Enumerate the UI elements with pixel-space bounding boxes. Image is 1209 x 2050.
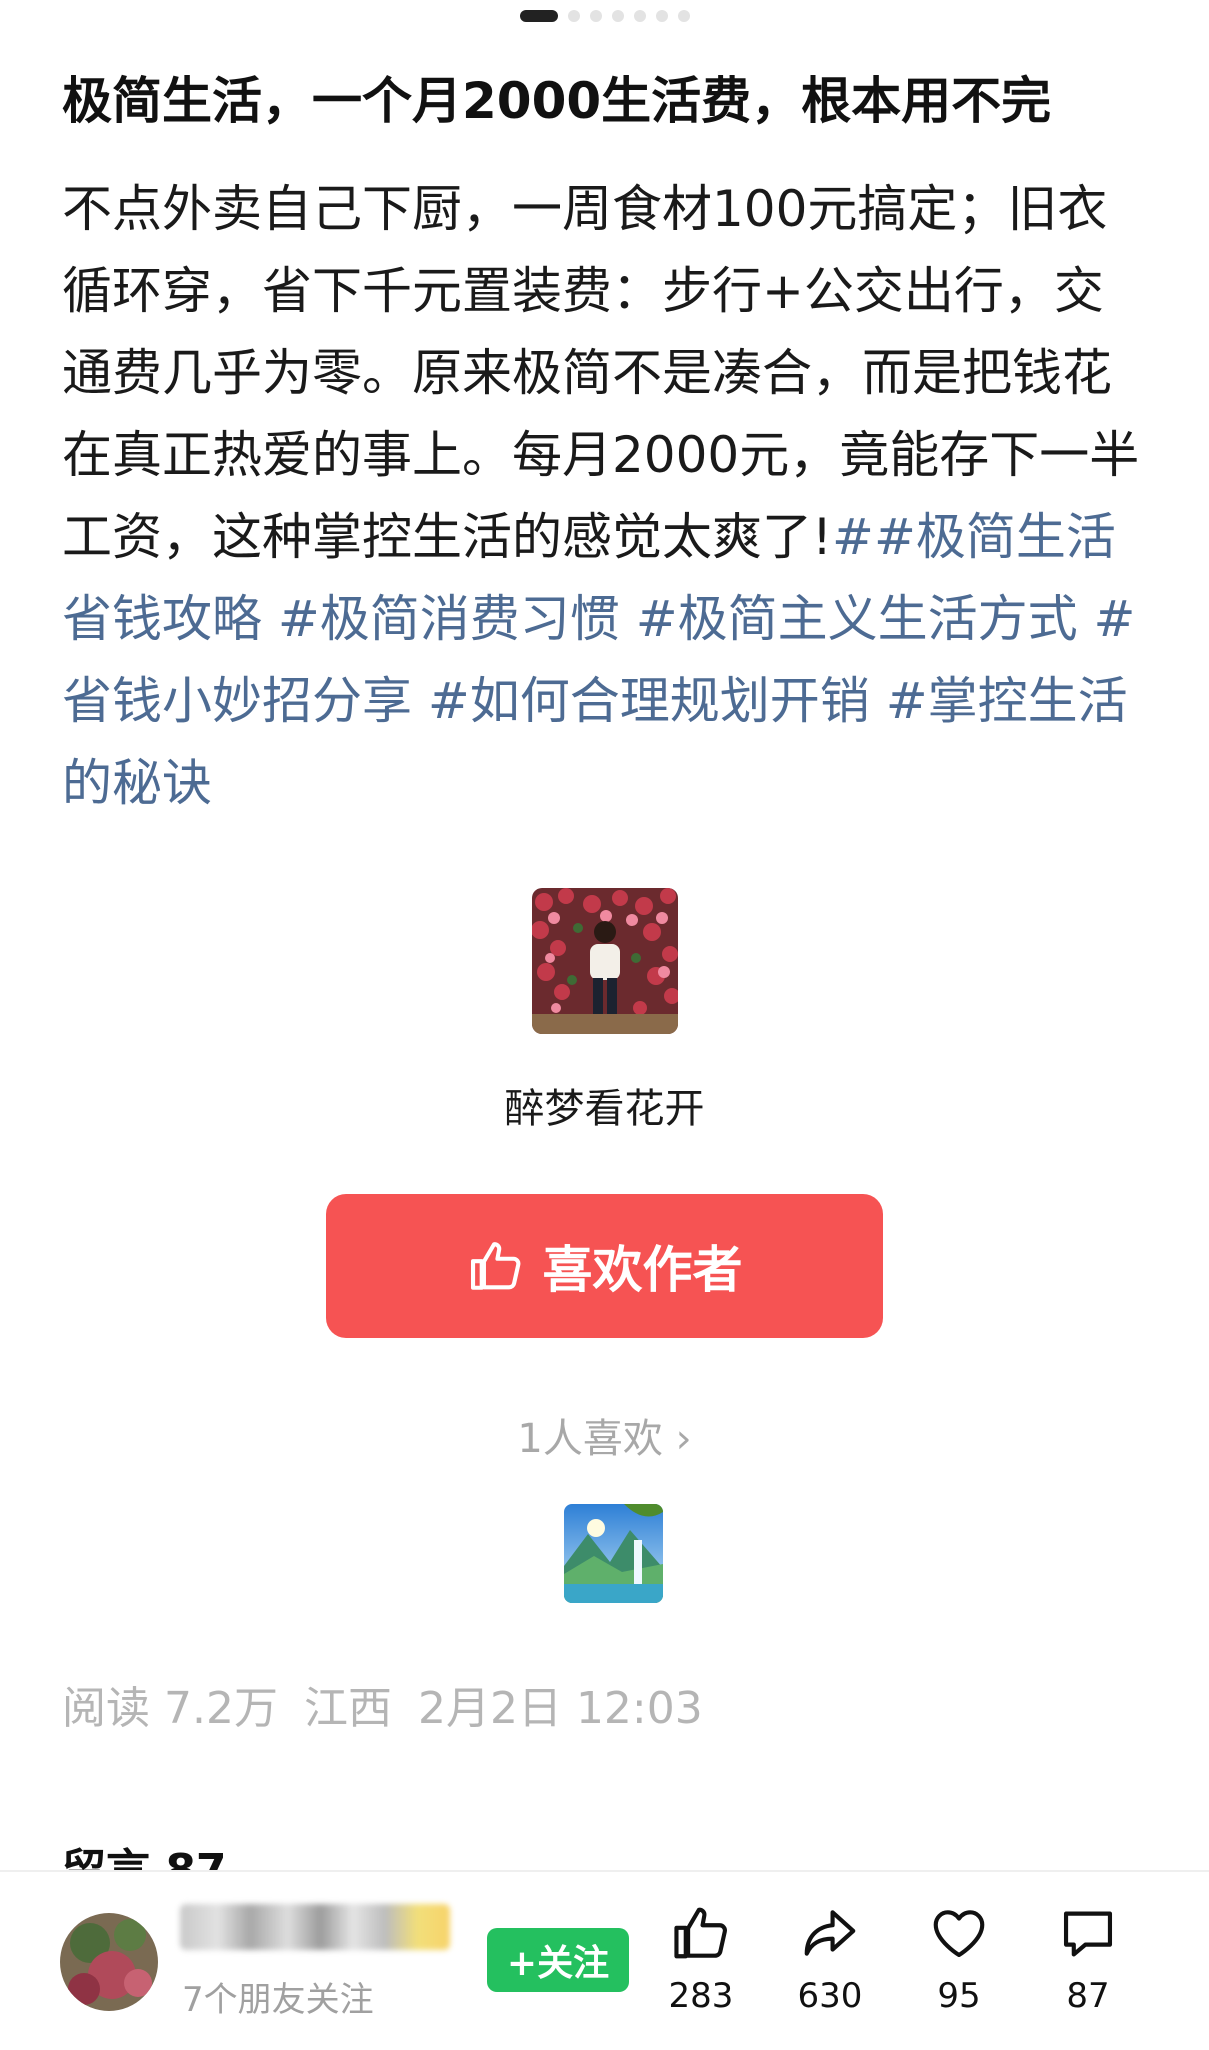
likers-link[interactable]: 1人喜欢 › [0, 1406, 1209, 1464]
page-dot-active [519, 10, 558, 22]
hashtag-link[interactable]: #极简主义生活方式 [636, 590, 1078, 648]
user-name-redacted [180, 1904, 450, 1950]
page-dot [589, 10, 602, 22]
like-author-button[interactable]: 喜欢作者 [326, 1194, 883, 1338]
comment-icon [1063, 1911, 1113, 1957]
chevron-right-icon: › [675, 1416, 692, 1462]
thumbs-up-icon [674, 1907, 727, 1959]
follow-button[interactable]: +关注 [487, 1928, 629, 1992]
page-dot [655, 10, 668, 22]
share-action[interactable]: 630 [785, 1902, 875, 2016]
liker-avatar-image [564, 1504, 663, 1603]
comments-heading: 留言 87 [62, 1834, 227, 1870]
post-title: 极简生活，一个月2000生活费，根本用不完 [62, 72, 1052, 130]
favorite-action[interactable]: 95 [914, 1902, 1004, 2016]
comment-action[interactable]: 87 [1043, 1902, 1133, 2016]
like-action[interactable]: 283 [656, 1902, 746, 2016]
user-friends-follow: 7个朋友关注 [182, 1980, 374, 2020]
page-dot [567, 10, 580, 22]
post-datetime: 2月2日 12:03 [417, 1683, 703, 1734]
user-avatar-image [60, 1913, 158, 2011]
post-location: 江西 [303, 1683, 392, 1734]
hashtag-link[interactable]: #如何合理规划开销 [428, 672, 870, 730]
post-meta: 阅读 7.2万 江西 2月2日 12:03 [62, 1672, 729, 1736]
page-indicator [0, 10, 1209, 22]
page-dot [611, 10, 624, 22]
favorite-count: 95 [937, 1976, 981, 2016]
likers-count: 1人喜欢 [517, 1416, 663, 1462]
comment-count: 87 [1066, 1976, 1110, 2016]
like-count: 283 [668, 1976, 734, 2016]
author-avatar-image [532, 888, 678, 1034]
liker-avatar[interactable] [564, 1504, 663, 1603]
hashtag-link[interactable]: #极简消费习惯 [278, 590, 620, 648]
like-author-label: 喜欢作者 [542, 1241, 743, 1299]
post-body: 不点外卖自己下厨，一周食材100元搞定；旧衣循环穿，省下千元置装费：步行+公交出… [62, 168, 1152, 824]
page-dot [677, 10, 690, 22]
page-dot [633, 10, 646, 22]
user-avatar[interactable] [60, 1913, 158, 2011]
heart-icon [933, 1910, 985, 1958]
share-count: 630 [797, 1976, 863, 2016]
author-avatar[interactable] [532, 888, 678, 1034]
read-count: 阅读 7.2万 [62, 1683, 278, 1734]
author-name[interactable]: 醉梦看花开 [0, 1076, 1209, 1134]
thumbs-up-icon [470, 1242, 520, 1290]
share-icon [804, 1910, 856, 1956]
bottom-action-bar: 7个朋友关注 +关注 283 630 95 87 [0, 1870, 1209, 2050]
